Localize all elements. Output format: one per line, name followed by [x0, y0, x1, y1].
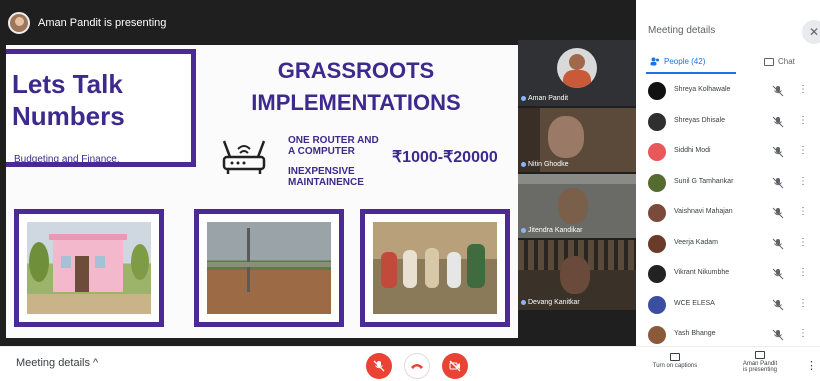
person-name: Yash Bhange [674, 330, 716, 337]
mic-off-icon[interactable] [772, 299, 784, 311]
mic-off-icon[interactable] [772, 116, 784, 128]
router-icon [222, 140, 266, 174]
participant-name: Nitin Ghodke [528, 161, 569, 168]
avatar [648, 112, 666, 131]
photo-frame-field [194, 209, 344, 327]
avatar [648, 173, 666, 192]
captions-icon [670, 353, 680, 361]
camera-toggle-button[interactable] [442, 353, 468, 379]
meeting-stage: Aman Pandit is presenting Lets Talk Numb… [0, 0, 636, 346]
presenting-text: Aman Pandit is presenting [38, 17, 167, 29]
mic-off-icon[interactable] [772, 238, 784, 250]
price-range: ₹1000-₹20000 [392, 149, 498, 166]
presenter-avatar [8, 12, 30, 34]
speaking-indicator-icon [521, 300, 526, 305]
more-options-button[interactable]: ⋮ [806, 359, 817, 372]
speaking-indicator-icon [521, 162, 526, 167]
presenting-banner: Aman Pandit is presenting [8, 8, 166, 38]
more-options-icon[interactable]: ⋮ [798, 176, 808, 187]
person-name: Siddhi Modi [674, 147, 711, 154]
end-call-button[interactable] [404, 353, 430, 379]
present-status-button[interactable]: Aman Pandit is presenting [730, 351, 790, 373]
slide-title-box: Lets Talk Numbers Budgeting and Finance. [6, 49, 196, 167]
more-options-icon[interactable]: ⋮ [798, 145, 808, 156]
meeting-photo [373, 222, 497, 314]
captions-button[interactable]: Turn on captions [640, 353, 710, 369]
bottom-toolbar: Meeting details ^ Turn on captions Aman … [0, 346, 820, 381]
phone-hangup-icon [411, 364, 423, 369]
person-name: Vaishnavi Mahajan [674, 208, 733, 215]
photo-frame-building [14, 209, 164, 327]
avatar [648, 265, 666, 283]
feature-maintenance: INEXPENSIVE MAINTAINENCE [288, 166, 364, 188]
avatar [648, 82, 666, 100]
mic-off-icon[interactable] [772, 329, 784, 341]
meeting-details-panel: Meeting details ✕ People (42) Chat Shrey… [636, 10, 820, 346]
more-options-icon[interactable]: ⋮ [798, 298, 808, 309]
field-photo [207, 222, 331, 314]
mic-off-icon[interactable] [772, 177, 784, 189]
person-name: Shreya Kolhawale [674, 86, 731, 93]
panel-title: Meeting details [648, 25, 716, 36]
list-item[interactable]: Vikrant Nikumbhe ⋮ [636, 259, 820, 289]
tab-people[interactable]: People (42) [646, 50, 736, 74]
slide-headline: GRASSROOTS IMPLEMENTATIONS [251, 58, 461, 115]
close-panel-button[interactable]: ✕ [802, 20, 820, 44]
participant-tile[interactable]: Jitendra Kandikar [518, 174, 636, 238]
participant-tile[interactable]: Nitin Ghodke [518, 108, 636, 172]
more-options-icon[interactable]: ⋮ [798, 206, 808, 217]
person-name: Shreyas Dhisale [674, 116, 725, 124]
avatar [648, 234, 666, 253]
person-name: Sunil G Tamhankar [674, 177, 734, 185]
mic-toggle-button[interactable] [366, 353, 392, 379]
list-item[interactable]: WCE ELESA ⋮ [636, 290, 820, 320]
people-icon [650, 57, 659, 66]
more-options-icon[interactable]: ⋮ [798, 84, 808, 95]
more-options-icon[interactable]: ⋮ [798, 115, 808, 126]
mic-off-icon[interactable] [772, 146, 784, 158]
participant-avatar [557, 48, 597, 88]
participant-name: Aman Pandit [528, 95, 569, 102]
tab-chat[interactable]: Chat [762, 50, 812, 74]
present-screen-icon [755, 351, 765, 359]
photo-frame-meeting [360, 209, 510, 327]
more-options-icon[interactable]: ⋮ [798, 328, 808, 339]
speaking-indicator-icon [521, 96, 526, 101]
close-icon: ✕ [808, 25, 820, 39]
presentation-slide: Lets Talk Numbers Budgeting and Finance.… [6, 45, 518, 338]
person-name: Veerja Kadam [674, 238, 718, 246]
chat-icon [764, 58, 774, 66]
participant-name: Jitendra Kandikar [528, 227, 583, 234]
more-options-icon[interactable]: ⋮ [798, 267, 808, 278]
person-name: Vikrant Nikumbhe [674, 269, 730, 276]
mic-off-icon[interactable] [772, 85, 784, 97]
avatar [648, 295, 666, 314]
building-photo [27, 222, 151, 314]
mic-off-icon[interactable] [772, 268, 784, 280]
more-options-icon[interactable]: ⋮ [798, 237, 808, 248]
speaking-indicator-icon [521, 228, 526, 233]
slide-subtitle: Budgeting and Finance. [14, 154, 120, 165]
list-item[interactable]: Veerja Kadam ⋮ [636, 229, 820, 259]
list-item[interactable]: Shreyas Dhisale ⋮ [636, 107, 820, 137]
meeting-details-button[interactable]: Meeting details ^ [16, 357, 98, 369]
avatar [648, 143, 666, 161]
list-item[interactable]: Sunil G Tamhankar ⋮ [636, 168, 820, 198]
person-name: WCE ELESA [674, 299, 715, 307]
slide-title: Lets Talk Numbers [12, 69, 125, 131]
feature-router-computer: ONE ROUTER AND A COMPUTER [288, 135, 379, 157]
participant-name: Devang Kanitkar [528, 299, 580, 306]
mic-off-icon[interactable] [772, 207, 784, 219]
mic-off-icon [373, 360, 385, 372]
avatar [648, 326, 666, 344]
list-item[interactable]: Siddhi Modi ⋮ [636, 137, 820, 167]
participant-tile[interactable]: Aman Pandit [518, 40, 636, 106]
list-item[interactable]: Shreya Kolhawale ⋮ [636, 76, 820, 106]
avatar [648, 204, 666, 222]
list-item[interactable]: Vaishnavi Mahajan ⋮ [636, 198, 820, 228]
participant-tile[interactable]: Devang Kanitkar [518, 240, 636, 310]
participant-tiles: Aman Pandit Nitin Ghodke Jitendra Kandik… [518, 40, 636, 346]
camera-off-icon [449, 360, 461, 372]
